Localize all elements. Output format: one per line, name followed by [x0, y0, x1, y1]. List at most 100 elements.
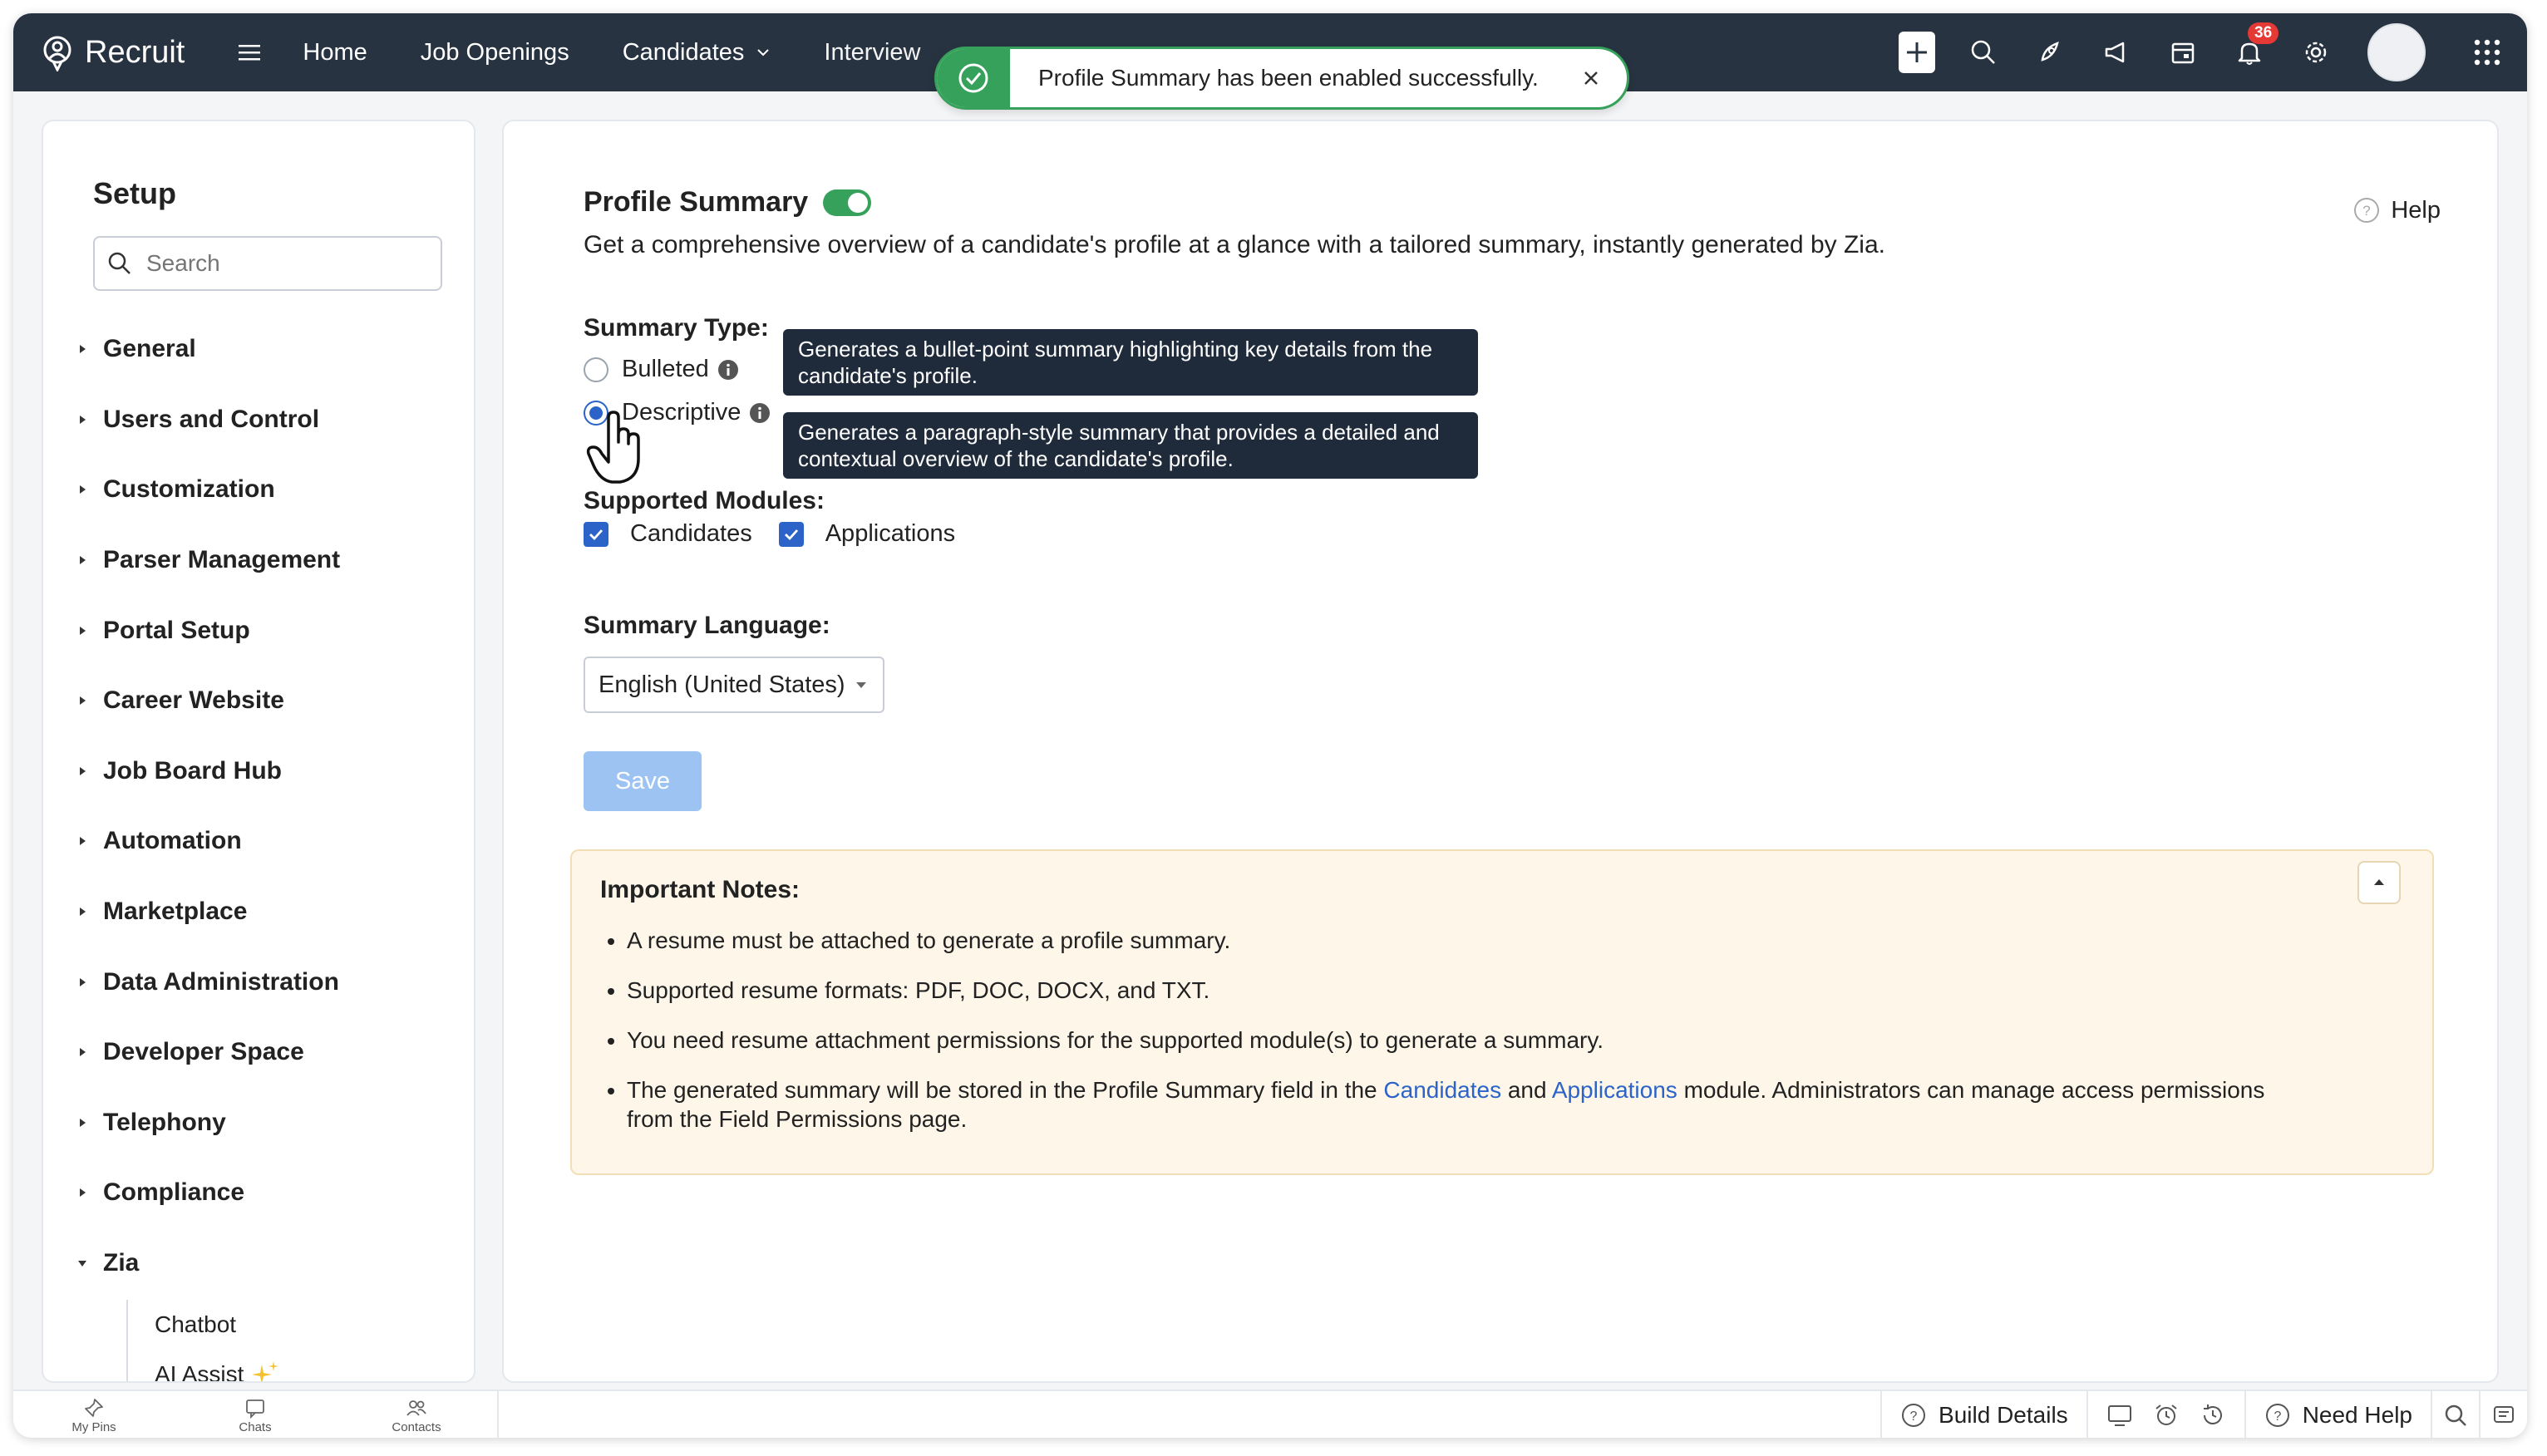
contacts-button[interactable]: Contacts [336, 1391, 497, 1438]
nav-job-openings[interactable]: Job Openings [421, 39, 569, 66]
sidebar-item-job-board-hub[interactable]: Job Board Hub [76, 736, 459, 807]
screen-icon[interactable] [2106, 1402, 2133, 1429]
caret-right-icon [80, 908, 86, 917]
calendar-button[interactable] [2165, 34, 2201, 71]
sidebar-item-telephony[interactable]: Telephony [76, 1088, 459, 1158]
sidebar-item-label: Developer Space [103, 1038, 304, 1066]
success-toast: Profile Summary has been enabled success… [934, 47, 1629, 110]
supported-modules-label: Supported Modules: [584, 487, 825, 514]
info-icon[interactable] [749, 402, 771, 424]
tooltip-descriptive: Generates a paragraph-style summary that… [783, 412, 1478, 479]
enable-toggle[interactable] [823, 189, 872, 216]
setup-sidebar: Setup General Users and Control Customiz… [42, 120, 475, 1383]
notifications-button[interactable]: 36 [2231, 22, 2279, 71]
nav-job-openings-label: Job Openings [420, 38, 569, 66]
help-circle-icon: ? [2265, 1404, 2289, 1427]
caret-right-icon [80, 626, 86, 635]
sidebar-item-automation[interactable]: Automation [76, 806, 459, 877]
caret-right-icon [80, 485, 86, 494]
candidates-link[interactable]: Candidates [1383, 1077, 1501, 1103]
nav-interview[interactable]: Interview [824, 39, 920, 66]
search-button[interactable] [1965, 34, 2002, 71]
radio-label: Bulleted [622, 356, 709, 382]
sidebar-item-label: Career Website [103, 686, 284, 715]
bottom-right-actions: ? Build Details ? Need Help [1880, 1391, 2527, 1438]
sidebar-title: Setup [93, 176, 177, 210]
radio-bulleted[interactable]: Bulleted [584, 356, 739, 383]
chats-button[interactable]: Chats [175, 1391, 336, 1438]
collapse-button[interactable] [2357, 861, 2401, 904]
nav-candidates[interactable]: Candidates [623, 39, 771, 66]
user-avatar[interactable] [2367, 23, 2426, 81]
applications-link[interactable]: Applications [1552, 1077, 1677, 1103]
bottom-chat-button[interactable] [2479, 1391, 2527, 1438]
brand[interactable]: Recruit [38, 33, 185, 71]
bottom-search-button[interactable] [2431, 1391, 2479, 1438]
caret-right-icon [80, 556, 86, 565]
need-help-button[interactable]: ? Need Help [2244, 1391, 2431, 1438]
contacts-icon [406, 1399, 426, 1416]
help-icon: ? [2354, 198, 2380, 223]
nav-home[interactable]: Home [303, 39, 367, 66]
my-pins-label: My Pins [71, 1419, 116, 1434]
sidebar-item-general[interactable]: General [76, 314, 459, 385]
sidebar-search[interactable] [93, 236, 442, 291]
settings-button[interactable] [2298, 34, 2334, 71]
checkbox-candidates[interactable] [584, 521, 608, 547]
sidebar-subitem-chatbot[interactable]: Chatbot [128, 1300, 377, 1350]
caret-right-icon [80, 977, 86, 986]
page-description: Get a comprehensive overview of a candid… [584, 231, 1885, 258]
sidebar-item-label: Data Administration [103, 967, 339, 996]
toast-message: Profile Summary has been enabled success… [1038, 65, 1539, 91]
help-link[interactable]: ? Help [2352, 196, 2441, 224]
sidebar-item-marketplace[interactable]: Marketplace [76, 877, 459, 947]
search-icon [108, 252, 131, 274]
sidebar-item-customization[interactable]: Customization [76, 455, 459, 525]
svg-text:?: ? [2274, 1409, 2281, 1424]
sidebar-search-input[interactable] [145, 249, 422, 278]
announcements-button[interactable] [2098, 34, 2135, 71]
whats-new-button[interactable] [2032, 34, 2068, 71]
sidebar-item-label: Zia [103, 1249, 140, 1277]
sidebar-item-label: Customization [103, 475, 275, 504]
page-title-text: Profile Summary [584, 186, 809, 218]
bottom-tools [2086, 1391, 2244, 1438]
build-details-button[interactable]: ? Build Details [1880, 1391, 2086, 1438]
sidebar-subitem-label: Chatbot [155, 1311, 237, 1337]
my-pins-button[interactable]: My Pins [13, 1391, 175, 1438]
checkbox-applications[interactable] [778, 521, 804, 547]
sidebar-item-label: Compliance [103, 1178, 245, 1207]
hand-cursor-icon [586, 411, 640, 484]
history-icon[interactable] [2200, 1402, 2226, 1429]
sidebar-item-label: Telephony [103, 1108, 226, 1136]
sidebar-item-parser-management[interactable]: Parser Management [76, 525, 459, 596]
sidebar-item-career-website[interactable]: Career Website [76, 666, 459, 736]
hamburger-menu-icon[interactable] [236, 39, 263, 66]
save-button[interactable]: Save [584, 751, 702, 811]
summary-type-label: Summary Type: [584, 314, 769, 342]
sidebar-item-developer-space[interactable]: Developer Space [76, 1017, 459, 1088]
sidebar-item-portal-setup[interactable]: Portal Setup [76, 595, 459, 666]
app-window: Recruit Home Job Openings Candidates Int… [13, 13, 2527, 1438]
sidebar-item-users-and-control[interactable]: Users and Control [76, 385, 459, 455]
sidebar-item-label: Marketplace [103, 898, 248, 926]
list-item: The generated summary will be stored in … [627, 1075, 2289, 1134]
language-select[interactable]: English (United States) [584, 657, 884, 713]
sidebar-item-compliance[interactable]: Compliance [76, 1158, 459, 1228]
apps-grid-icon[interactable] [2472, 37, 2502, 67]
topbar-actions: 36 [1869, 13, 2527, 91]
sidebar-subitem-ai-assist[interactable]: AI Assist [128, 1350, 377, 1381]
caret-right-icon [80, 837, 86, 846]
help-circle-icon: ? [1902, 1404, 1926, 1427]
radio-button[interactable] [584, 357, 608, 382]
summary-language-label: Summary Language: [584, 612, 830, 639]
caret-right-icon [80, 415, 86, 424]
sidebar-item-label: Job Board Hub [103, 756, 282, 785]
info-icon[interactable] [717, 359, 739, 381]
alarm-clock-icon[interactable] [2153, 1402, 2180, 1429]
sidebar-item-label: Automation [103, 827, 242, 855]
quick-create-button[interactable] [1899, 32, 1935, 73]
close-icon[interactable] [1579, 66, 1604, 91]
sidebar-item-data-administration[interactable]: Data Administration [76, 947, 459, 1017]
sidebar-item-zia[interactable]: Zia [76, 1228, 459, 1299]
